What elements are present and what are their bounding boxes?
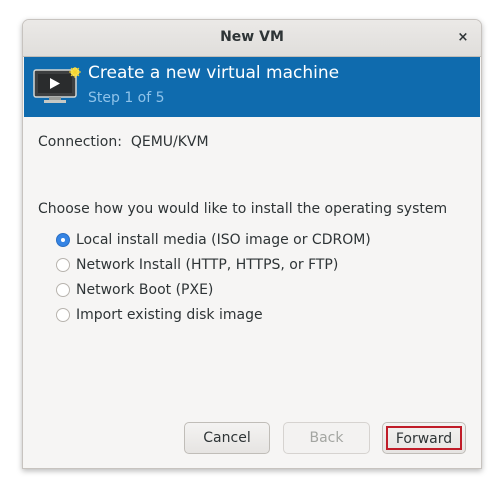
radio-local-install-media[interactable]: Local install media (ISO image or CDROM)	[56, 227, 371, 252]
radio-unselected-icon[interactable]	[56, 257, 70, 272]
window-title: New VM	[220, 29, 284, 45]
install-method-prompt: Choose how you would like to install the…	[38, 201, 448, 217]
titlebar[interactable]: New VM ×	[23, 20, 481, 57]
cancel-button[interactable]: Cancel	[184, 422, 270, 454]
wizard-title: Create a new virtual machine	[88, 63, 340, 83]
radio-network-boot[interactable]: Network Boot (PXE)	[56, 277, 371, 302]
forward-button-label: Forward	[386, 426, 462, 450]
radio-selected-icon[interactable]	[56, 232, 70, 247]
install-method-options: Local install media (ISO image or CDROM)…	[56, 227, 371, 327]
wizard-header: Create a new virtual machine Step 1 of 5	[24, 57, 480, 117]
option-label: Local install media (ISO image or CDROM)	[76, 231, 371, 248]
option-label: Network Boot (PXE)	[76, 281, 214, 298]
forward-button[interactable]: Forward	[382, 422, 466, 454]
back-button[interactable]: Back	[283, 422, 370, 454]
new-vm-dialog: New VM × Create a new virtual machine St…	[22, 19, 482, 469]
radio-unselected-icon[interactable]	[56, 307, 70, 322]
virtual-machine-icon	[33, 67, 81, 103]
option-label: Import existing disk image	[76, 306, 263, 323]
close-icon[interactable]: ×	[453, 28, 473, 48]
option-label: Network Install (HTTP, HTTPS, or FTP)	[76, 256, 339, 273]
radio-unselected-icon[interactable]	[56, 282, 70, 297]
radio-import-disk-image[interactable]: Import existing disk image	[56, 302, 371, 327]
radio-network-install[interactable]: Network Install (HTTP, HTTPS, or FTP)	[56, 252, 371, 277]
wizard-step: Step 1 of 5	[88, 90, 165, 106]
connection-label: Connection: QEMU/KVM	[38, 134, 209, 150]
